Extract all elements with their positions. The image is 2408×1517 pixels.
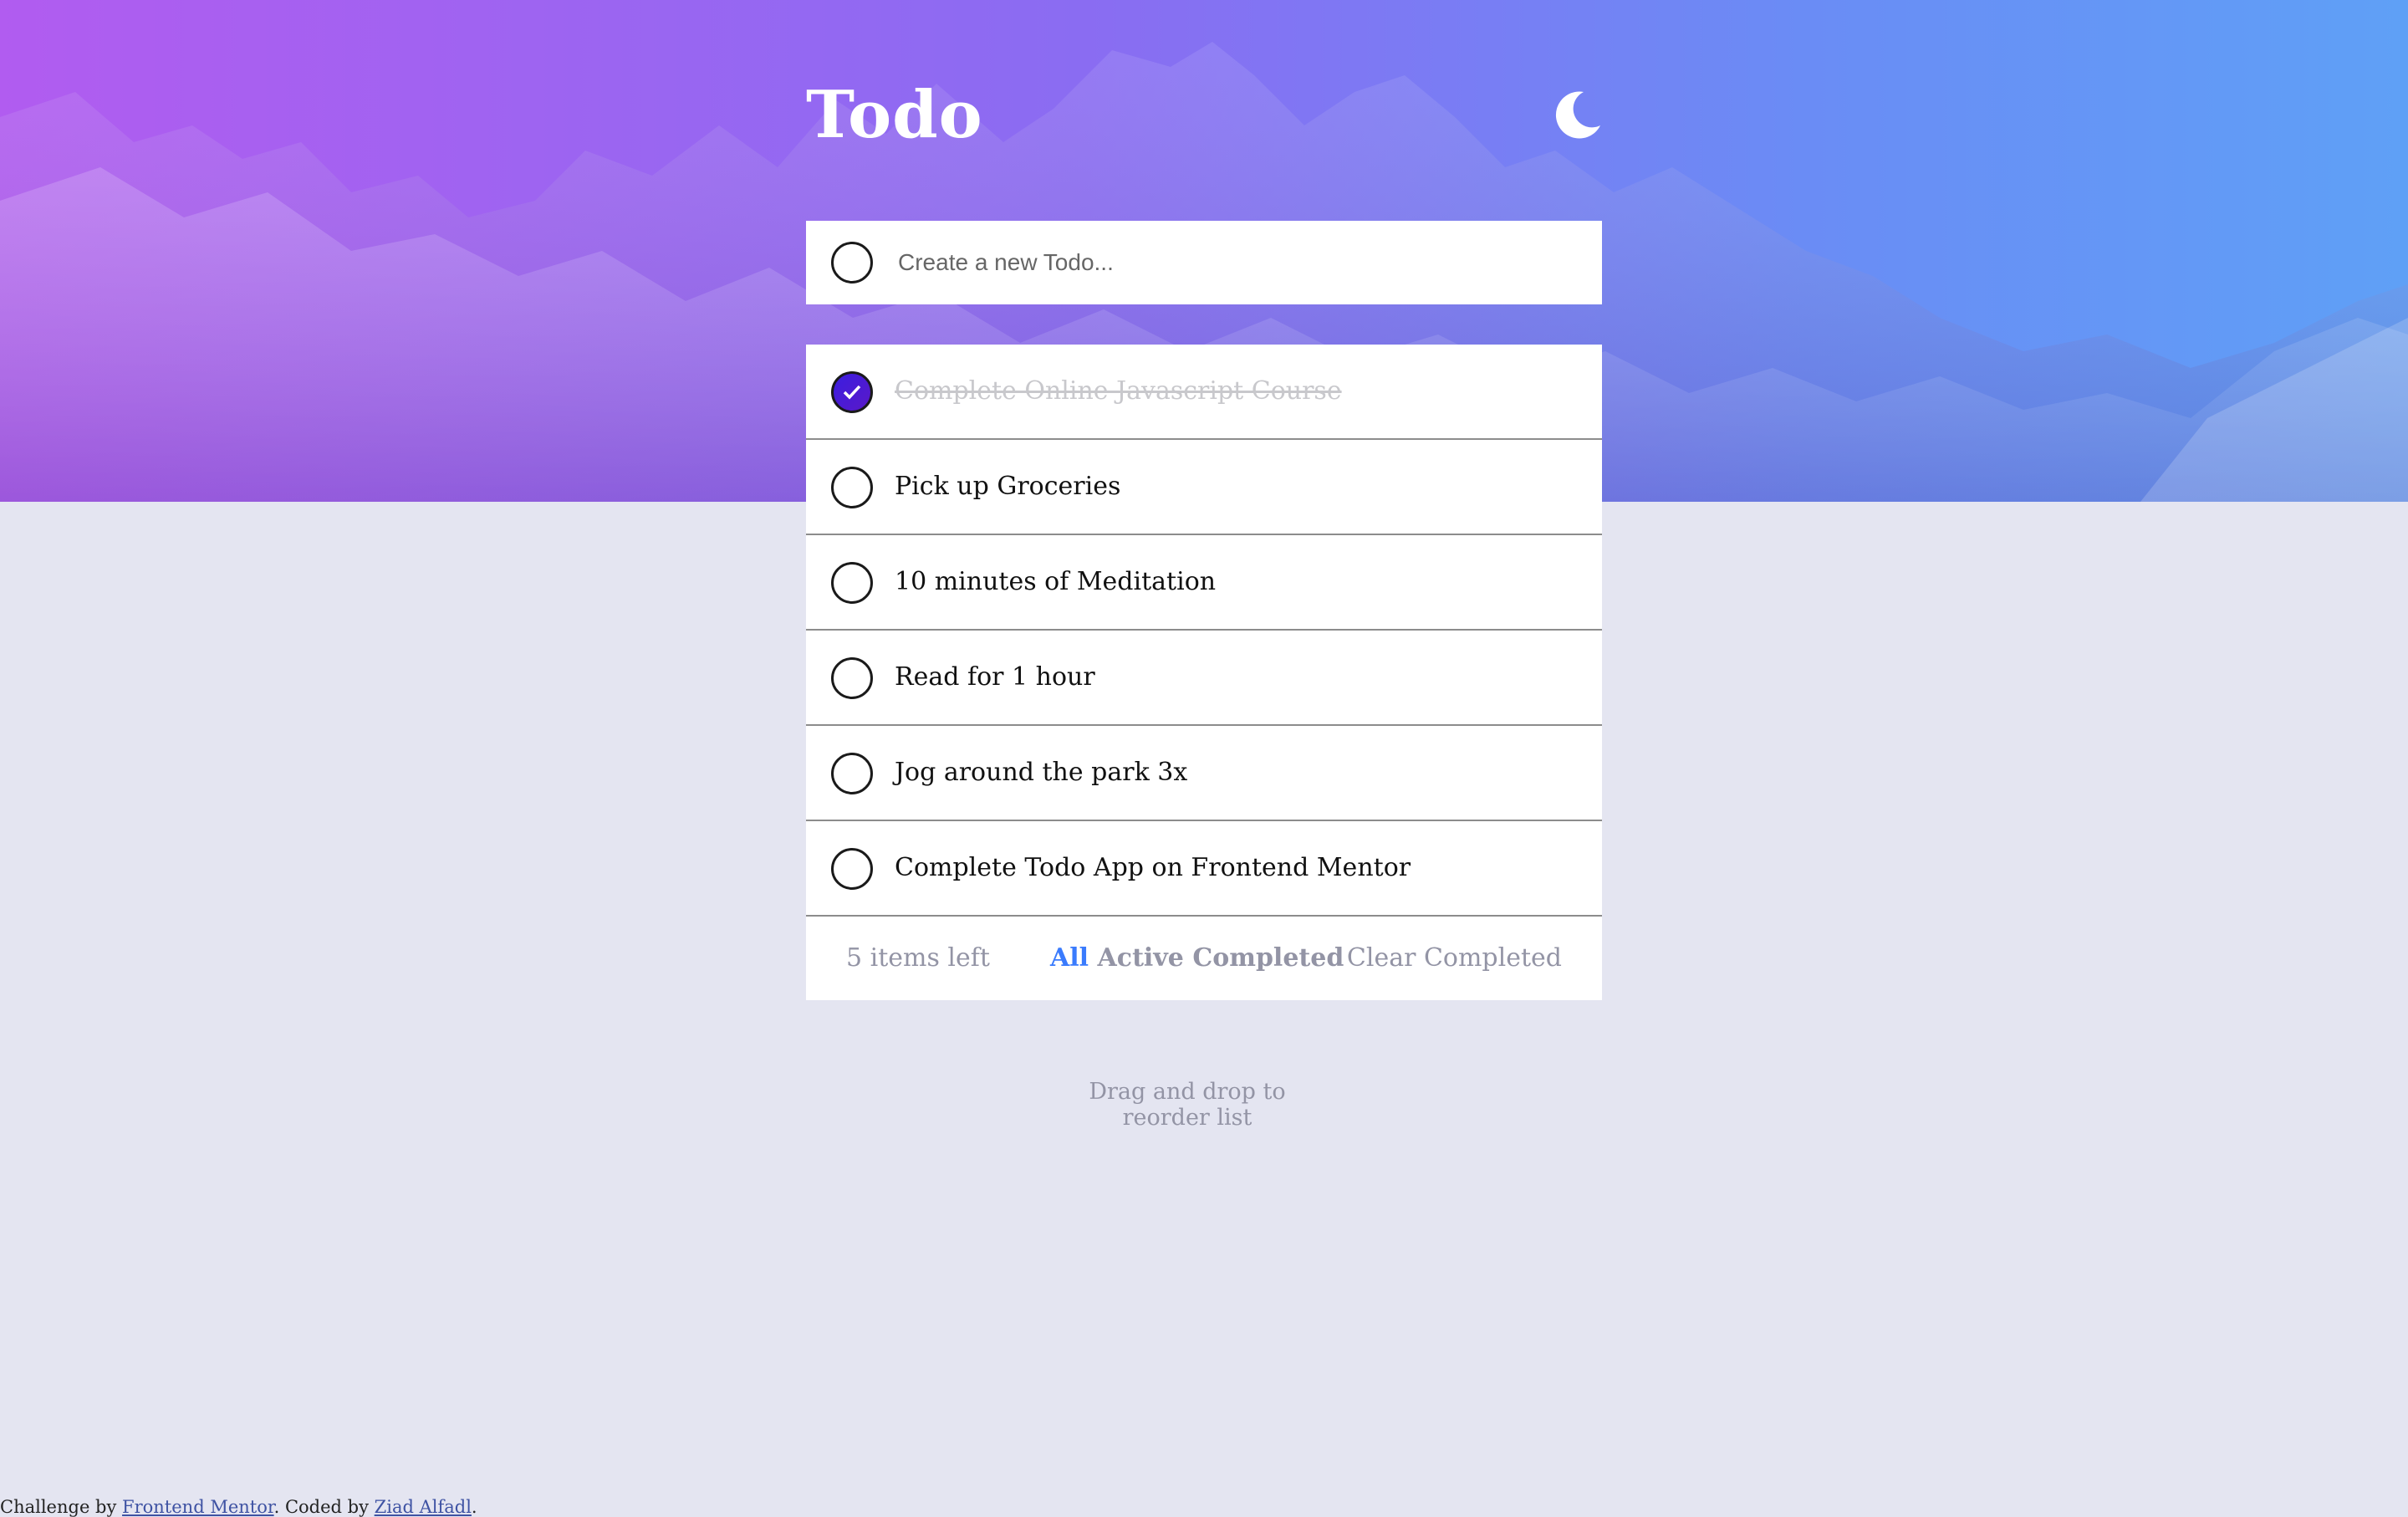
app-header: Todo xyxy=(806,74,1602,157)
attribution-middle: . Coded by xyxy=(273,1497,375,1517)
list-footer: 5 items left All Active Completed Clear … xyxy=(806,917,1602,1000)
todo-list: Complete Online Javascript Course Pick u… xyxy=(806,345,1602,1000)
todo-checkbox[interactable] xyxy=(831,467,873,508)
todo-label: 10 minutes of Meditation xyxy=(895,567,1217,596)
todo-label: Read for 1 hour xyxy=(895,662,1095,692)
todo-checkbox[interactable] xyxy=(831,657,873,699)
filter-all[interactable]: All xyxy=(1050,943,1089,973)
todo-item[interactable]: Pick up Groceries xyxy=(806,440,1602,535)
author-link[interactable]: Ziad Alfadl xyxy=(375,1497,472,1517)
new-todo-bar xyxy=(806,221,1602,304)
todo-item[interactable]: Jog around the park 3x xyxy=(806,726,1602,821)
todo-checkbox-checked[interactable] xyxy=(831,371,873,413)
todo-label: Complete Todo App on Frontend Mentor xyxy=(895,853,1411,882)
attribution: Challenge by Frontend Mentor. Coded by Z… xyxy=(0,1497,477,1517)
new-todo-check-circle[interactable] xyxy=(831,242,873,283)
page-title: Todo xyxy=(806,77,983,153)
attribution-prefix: Challenge by xyxy=(0,1497,123,1517)
new-todo-input[interactable] xyxy=(898,238,1567,288)
clear-completed-button[interactable]: Clear Completed xyxy=(1347,917,1562,1000)
frontend-mentor-link[interactable]: Frontend Mentor xyxy=(122,1497,274,1517)
todo-label: Jog around the park 3x xyxy=(895,758,1188,787)
todo-item[interactable]: Read for 1 hour xyxy=(806,631,1602,726)
drag-drop-hint: Drag and drop to reorder list xyxy=(1089,1079,1286,1131)
todo-item[interactable]: Complete Todo App on Frontend Mentor xyxy=(806,821,1602,917)
todo-checkbox[interactable] xyxy=(831,848,873,890)
todo-label: Pick up Groceries xyxy=(895,472,1121,501)
page: Todo Complete Online Javascript Course xyxy=(0,0,2408,1517)
todo-checkbox[interactable] xyxy=(831,753,873,794)
todo-label: Complete Online Javascript Course xyxy=(895,376,1342,406)
todo-item[interactable]: 10 minutes of Meditation xyxy=(806,535,1602,631)
moon-icon xyxy=(1555,91,1600,139)
filter-active[interactable]: Active xyxy=(1098,943,1184,973)
filter-completed[interactable]: Completed xyxy=(1192,943,1344,973)
todo-checkbox[interactable] xyxy=(831,562,873,604)
check-icon xyxy=(843,385,861,400)
attribution-suffix: . xyxy=(471,1497,477,1517)
filter-group: All Active Completed xyxy=(1050,917,1344,1000)
items-left-count: 5 items left xyxy=(846,943,990,973)
todo-item[interactable]: Complete Online Javascript Course xyxy=(806,345,1602,440)
theme-toggle-button[interactable] xyxy=(1555,89,1602,139)
